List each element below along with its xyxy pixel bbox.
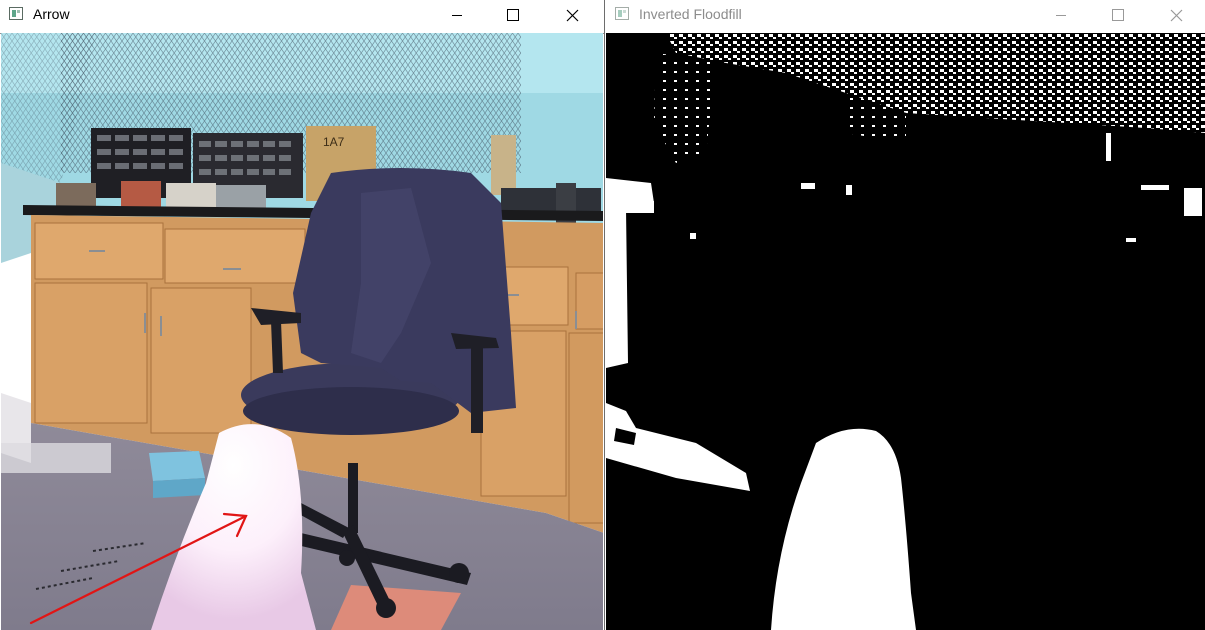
maximize-icon xyxy=(507,9,519,21)
close-icon xyxy=(566,9,578,21)
inverted-floodfill-window[interactable]: Inverted Floodfill xyxy=(606,0,1205,630)
mask-frame xyxy=(606,33,1205,630)
maximize-button[interactable] xyxy=(1095,0,1141,30)
camera-view: 1A7 xyxy=(1,33,603,630)
minimize-button[interactable] xyxy=(434,0,480,30)
arrow-window[interactable]: Arrow 1A7 xyxy=(0,0,605,630)
cabinet-label: 1A7 xyxy=(323,135,345,149)
window-title: Inverted Floodfill xyxy=(639,6,742,22)
app-icon xyxy=(615,7,629,20)
minimize-icon xyxy=(452,15,462,16)
camera-frame: 1A7 xyxy=(1,33,603,630)
minimize-icon xyxy=(1056,15,1066,16)
floodfill-mask-view xyxy=(606,33,1205,630)
close-button[interactable] xyxy=(1153,0,1199,30)
window-title: Arrow xyxy=(33,6,70,22)
minimize-button[interactable] xyxy=(1038,0,1084,30)
title-bar[interactable]: Arrow xyxy=(0,0,604,30)
maximize-button[interactable] xyxy=(490,0,536,30)
close-icon xyxy=(1170,9,1182,21)
app-icon xyxy=(9,7,23,20)
close-button[interactable] xyxy=(549,0,595,30)
maximize-icon xyxy=(1112,9,1124,21)
title-bar[interactable]: Inverted Floodfill xyxy=(606,0,1205,30)
